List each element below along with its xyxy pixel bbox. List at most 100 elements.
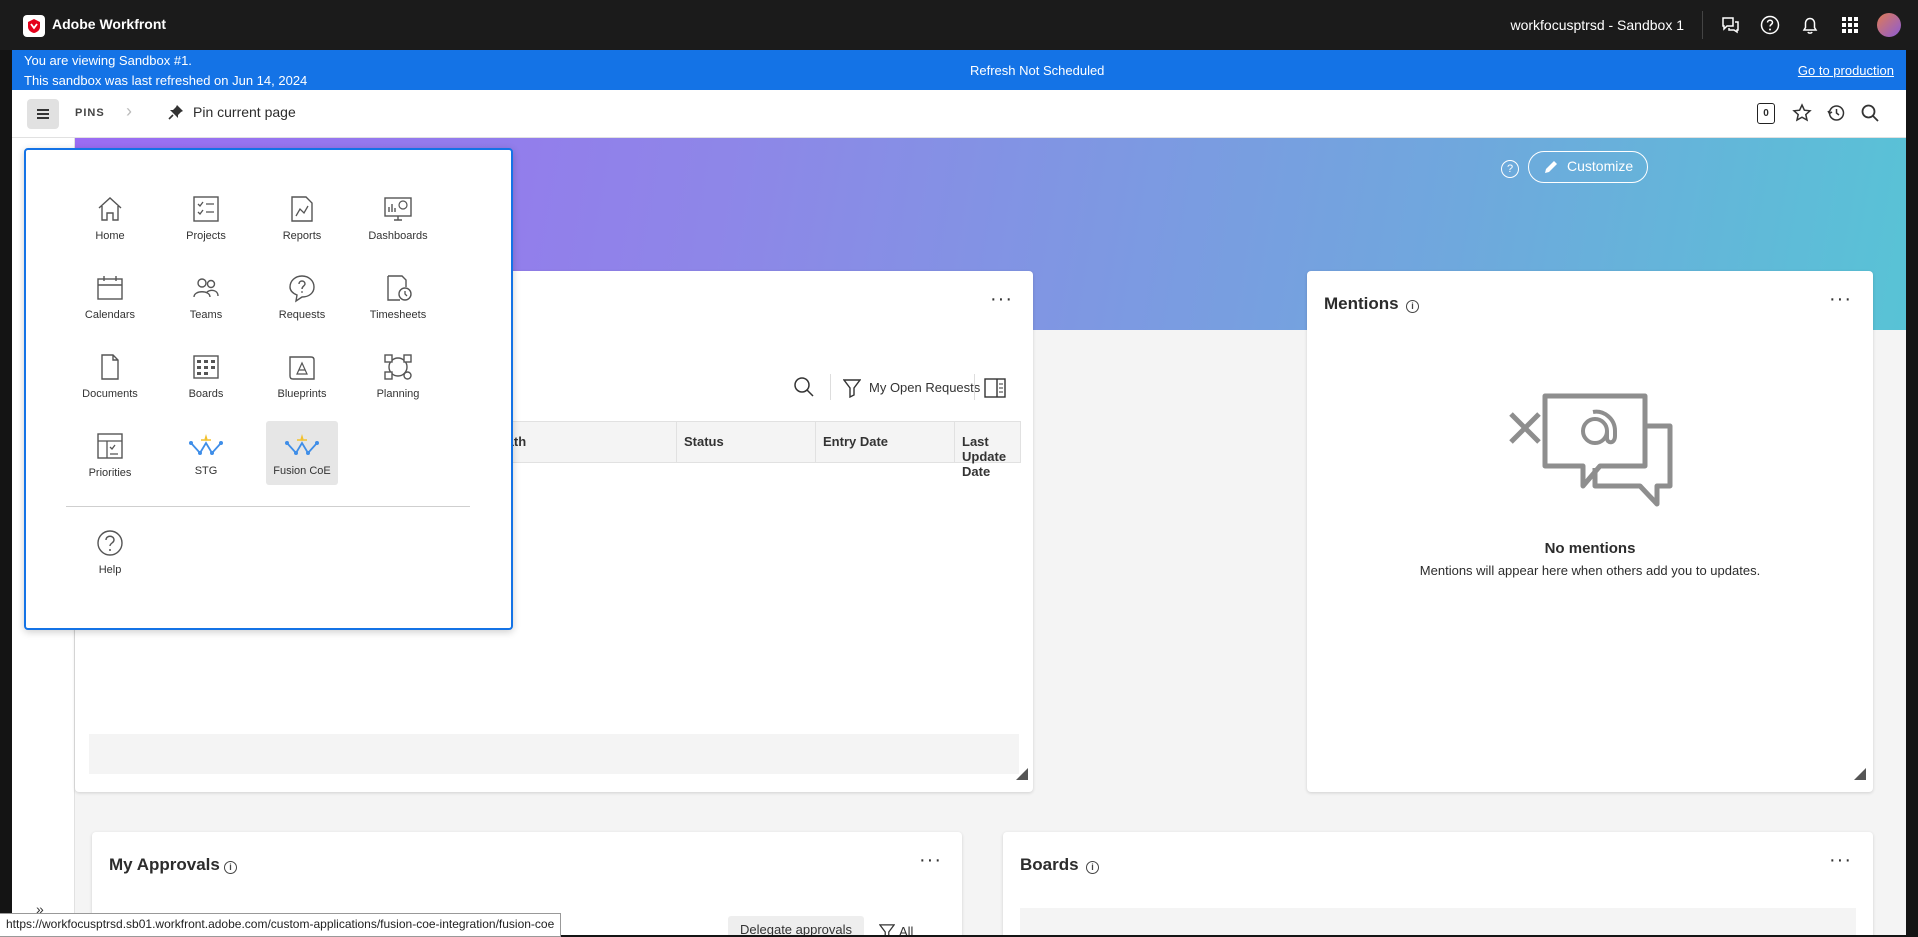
teams-icon (193, 278, 219, 298)
info-icon[interactable]: i (1406, 300, 1419, 313)
pin-icon[interactable] (167, 103, 185, 121)
menu-item-reports[interactable]: Reports (266, 184, 338, 246)
help-icon[interactable] (1759, 14, 1781, 36)
timesheets-icon (387, 275, 412, 301)
resize-handle-icon[interactable] (1016, 768, 1028, 780)
customize-label: Customize (1567, 158, 1634, 174)
question-icon[interactable]: ? (1501, 160, 1519, 178)
menu-item-help[interactable]: Help (74, 518, 146, 580)
projects-icon (193, 196, 219, 222)
column-header-status[interactable]: Status (684, 434, 724, 449)
menu-item-label: Reports (282, 230, 322, 242)
customize-button[interactable]: Customize (1528, 151, 1648, 183)
column-header-last-update-date[interactable]: Last Update Date (962, 434, 1020, 479)
main-menu-button[interactable] (27, 99, 59, 129)
column-divider (815, 422, 816, 462)
pencil-icon (1545, 161, 1557, 173)
custom-app-icon (189, 434, 223, 455)
pins-label: PINS (75, 107, 105, 119)
star-icon[interactable] (1792, 103, 1812, 123)
more-options-icon[interactable]: ··· (990, 289, 1013, 309)
menu-item-boards[interactable]: Boards (170, 342, 242, 404)
menu-item-timesheets[interactable]: Timesheets (362, 263, 434, 325)
empty-state-text: Mentions will appear here when others ad… (1419, 563, 1761, 578)
menu-item-label: Projects (186, 230, 226, 242)
hamburger-icon-line (37, 117, 49, 119)
menu-item-home[interactable]: Home (74, 184, 146, 246)
no-mentions-illustration-icon (1509, 393, 1673, 507)
menu-item-label: Teams (189, 309, 223, 321)
document-icon (101, 354, 119, 380)
history-icon[interactable] (1826, 103, 1846, 123)
bell-icon[interactable] (1799, 14, 1821, 36)
refresh-status: Refresh Not Scheduled (970, 63, 1105, 78)
search-icon[interactable] (1860, 103, 1880, 123)
menu-item-stg[interactable]: STG (170, 421, 242, 483)
header-divider (1702, 11, 1703, 39)
menu-item-label: Planning (376, 388, 420, 400)
mentions-title: Mentions (1324, 294, 1399, 313)
column-divider (954, 422, 955, 462)
column-header-entry-date[interactable]: Entry Date (823, 434, 888, 449)
pin-current-page-button[interactable]: Pin current page (193, 104, 296, 120)
tenant-name: workfocusptrsd - Sandbox 1 (1510, 17, 1684, 33)
empty-state-title: No mentions (1544, 540, 1636, 557)
planning-icon (384, 354, 412, 380)
hamburger-icon (37, 109, 49, 111)
more-options-icon[interactable]: ··· (1829, 289, 1852, 309)
info-icon[interactable]: i (224, 861, 237, 874)
workfront-logo-icon (28, 19, 40, 33)
boards-icon (193, 355, 219, 379)
dashboards-icon (384, 197, 412, 221)
menu-item-blueprints[interactable]: Blueprints (266, 342, 338, 404)
boards-card: Boards i ··· (1003, 832, 1873, 935)
menu-item-priorities[interactable]: Priorities (74, 421, 146, 483)
help-icon (97, 530, 123, 556)
toolbar-divider (974, 374, 975, 400)
go-to-production-link[interactable]: Go to production (1798, 63, 1894, 78)
menu-item-documents[interactable]: Documents (74, 342, 146, 404)
filter-icon[interactable] (879, 923, 895, 935)
menu-item-label: Requests (278, 309, 326, 321)
menu-item-label: Priorities (88, 467, 132, 479)
toolbar-divider (830, 374, 831, 400)
more-options-icon[interactable]: ··· (1829, 850, 1852, 870)
approvals-filter-label[interactable]: All (899, 924, 913, 935)
menu-item-label: Blueprints (277, 388, 327, 400)
column-divider (676, 422, 677, 462)
menu-item-label: Calendars (84, 309, 136, 321)
custom-app-icon (285, 434, 319, 455)
apps-grid-icon[interactable] (1839, 14, 1861, 36)
filter-label[interactable]: My Open Requests (869, 380, 980, 395)
menu-item-projects[interactable]: Projects (170, 184, 242, 246)
workfront-logo[interactable] (23, 15, 45, 37)
search-icon[interactable] (793, 376, 815, 398)
menu-item-requests[interactable]: Requests (266, 263, 338, 325)
filter-icon[interactable] (843, 378, 861, 398)
app-name[interactable]: Adobe Workfront (52, 16, 166, 32)
my-approvals-title: My Approvals (109, 855, 220, 874)
menu-item-calendars[interactable]: Calendars (74, 263, 146, 325)
menu-item-fusion-coe[interactable]: Fusion CoE (266, 421, 338, 485)
counter-badge[interactable]: 0 (1757, 103, 1775, 124)
menu-divider (66, 506, 470, 507)
columns-panel-icon[interactable] (984, 378, 1006, 398)
main-menu-panel: Home Projects Reports Dashboards Calenda… (24, 148, 513, 630)
menu-item-label: Timesheets (369, 309, 427, 321)
delegate-approvals-button[interactable]: Delegate approvals (728, 916, 865, 935)
mentions-card: Mentions i ··· No mentions Mentions will… (1307, 271, 1873, 792)
feedback-icon[interactable] (1719, 14, 1741, 36)
global-header: Adobe Workfront workfocusptrsd - Sandbox… (0, 0, 1918, 50)
menu-item-label: Help (98, 564, 122, 576)
menu-item-teams[interactable]: Teams (170, 263, 242, 325)
more-options-icon[interactable]: ··· (919, 850, 942, 870)
sandbox-refreshed-text: This sandbox was last refreshed on Jun 1… (24, 73, 308, 88)
avatar[interactable] (1877, 13, 1901, 37)
resize-handle-icon[interactable] (1854, 768, 1866, 780)
info-icon[interactable]: i (1086, 861, 1099, 874)
menu-item-planning[interactable]: Planning (362, 342, 434, 404)
menu-item-label: Documents (82, 388, 138, 400)
calendar-icon (97, 276, 123, 300)
menu-item-dashboards[interactable]: Dashboards (362, 184, 434, 246)
status-url-bar: https://workfocusptrsd.sb01.workfront.ad… (0, 913, 562, 937)
